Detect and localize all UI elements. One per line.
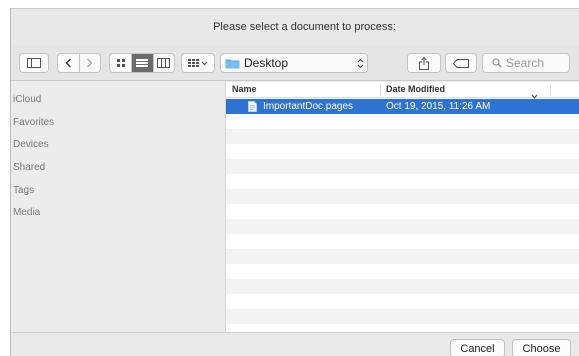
empty-row	[226, 189, 579, 204]
column-view-button[interactable]	[152, 54, 174, 72]
column-view-icon	[157, 58, 171, 68]
search-icon	[492, 58, 502, 68]
back-button[interactable]	[58, 54, 79, 72]
folder-icon	[225, 59, 240, 68]
search-field[interactable]	[482, 53, 570, 73]
up-down-chevron-icon	[353, 58, 367, 69]
location-label: Desktop	[244, 56, 289, 70]
empty-row	[226, 144, 579, 159]
share-button[interactable]	[407, 53, 441, 73]
view-mode-control	[109, 53, 175, 73]
empty-row	[226, 294, 579, 309]
arrange-icon	[188, 59, 208, 67]
dialog-footer: Cancel Choose	[11, 332, 579, 356]
sidebar-item-devices[interactable]: Devices	[11, 139, 49, 150]
sidebar: iCloud Favorites Devices Shared Tags Med…	[11, 82, 225, 332]
forward-icon	[87, 58, 93, 68]
open-dialog: Please select a document to process: Des…	[10, 8, 579, 356]
search-input[interactable]	[506, 56, 560, 70]
tag-button[interactable]	[445, 53, 477, 73]
file-date-modified: Oct 19, 2015, 11:26 AM	[386, 101, 491, 112]
empty-row	[226, 114, 579, 129]
location-popup[interactable]: Desktop	[220, 53, 368, 73]
column-divider	[380, 84, 381, 96]
empty-row	[226, 324, 579, 332]
arrange-button[interactable]	[181, 53, 215, 73]
back-icon	[65, 58, 71, 68]
toolbar: Desktop	[11, 45, 579, 81]
sidebar-item-shared[interactable]: Shared	[11, 162, 45, 173]
file-row[interactable]: ImportantDoc.pages Oct 19, 2015, 11:26 A…	[226, 99, 579, 114]
file-browser: Name Date Modified ImportantDoc.pages Oc…	[225, 82, 579, 332]
sidebar-item-favorites[interactable]: Favorites	[11, 117, 54, 128]
column-header: Name Date Modified	[226, 82, 579, 99]
empty-row	[226, 249, 579, 264]
icon-view-button[interactable]	[110, 54, 131, 72]
empty-row	[226, 219, 579, 234]
sidebar-item-media[interactable]: Media	[11, 207, 40, 218]
sidebar-toggle-icon	[27, 58, 41, 68]
icon-view-icon	[116, 59, 125, 67]
empty-row	[226, 264, 579, 279]
empty-row	[226, 159, 579, 174]
list-view-button[interactable]	[131, 54, 153, 72]
file-list: ImportantDoc.pages Oct 19, 2015, 11:26 A…	[226, 99, 579, 332]
choose-button[interactable]: Choose	[512, 339, 571, 356]
column-header-name[interactable]: Name	[232, 84, 257, 94]
tag-icon	[453, 58, 469, 68]
back-forward-control	[57, 53, 101, 73]
dialog-title: Please select a document to process:	[213, 21, 396, 33]
sidebar-toggle-button[interactable]	[19, 53, 49, 73]
empty-row	[226, 204, 579, 219]
empty-row	[226, 309, 579, 324]
empty-row	[226, 234, 579, 249]
empty-row	[226, 174, 579, 189]
forward-button[interactable]	[78, 54, 100, 72]
document-icon	[248, 101, 257, 112]
sidebar-item-tags[interactable]: Tags	[11, 185, 34, 196]
empty-row	[226, 279, 579, 294]
column-header-date-modified[interactable]: Date Modified	[386, 84, 445, 94]
list-view-icon	[136, 59, 149, 67]
sidebar-item-icloud[interactable]: iCloud	[11, 94, 41, 105]
cancel-button[interactable]: Cancel	[450, 339, 505, 356]
dialog-titlebar: Please select a document to process:	[11, 9, 579, 45]
share-icon	[419, 56, 429, 70]
file-name: ImportantDoc.pages	[263, 101, 354, 112]
empty-row	[226, 129, 579, 144]
column-divider	[550, 84, 551, 96]
